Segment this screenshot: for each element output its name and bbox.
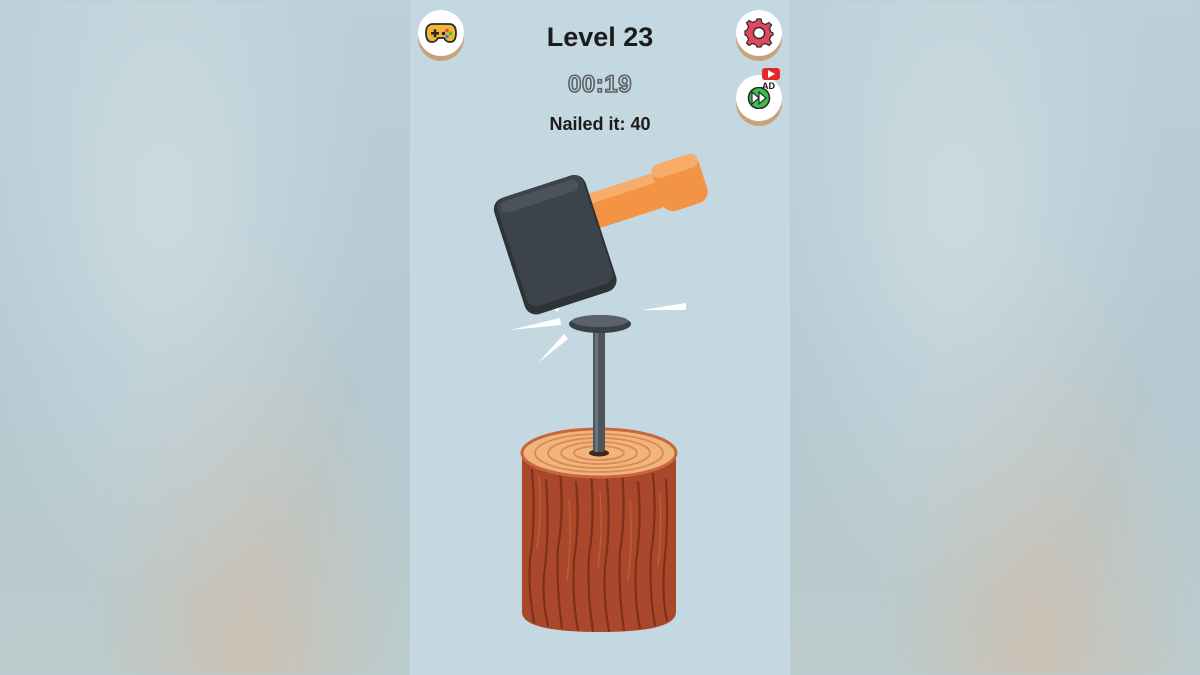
game-screen: Level 23 00:19 Nailed it: 40 AD bbox=[0, 0, 1200, 675]
countdown-timer: 00:19 bbox=[567, 70, 632, 99]
ad-badge: AD bbox=[762, 68, 782, 96]
play-scene[interactable] bbox=[410, 0, 790, 675]
video-ad-icon bbox=[762, 68, 780, 80]
blurred-background-right bbox=[790, 0, 1200, 675]
nailed-score: Nailed it: 40 bbox=[549, 114, 651, 134]
blurred-background-left bbox=[0, 0, 410, 675]
game-viewport[interactable]: Level 23 00:19 Nailed it: 40 AD bbox=[410, 0, 790, 675]
gear-icon bbox=[744, 18, 774, 48]
level-title: Level 23 bbox=[546, 22, 654, 52]
ad-label: AD bbox=[762, 81, 775, 91]
wood-log bbox=[520, 427, 678, 633]
settings-button[interactable] bbox=[736, 10, 782, 56]
hammer[interactable] bbox=[491, 137, 728, 318]
